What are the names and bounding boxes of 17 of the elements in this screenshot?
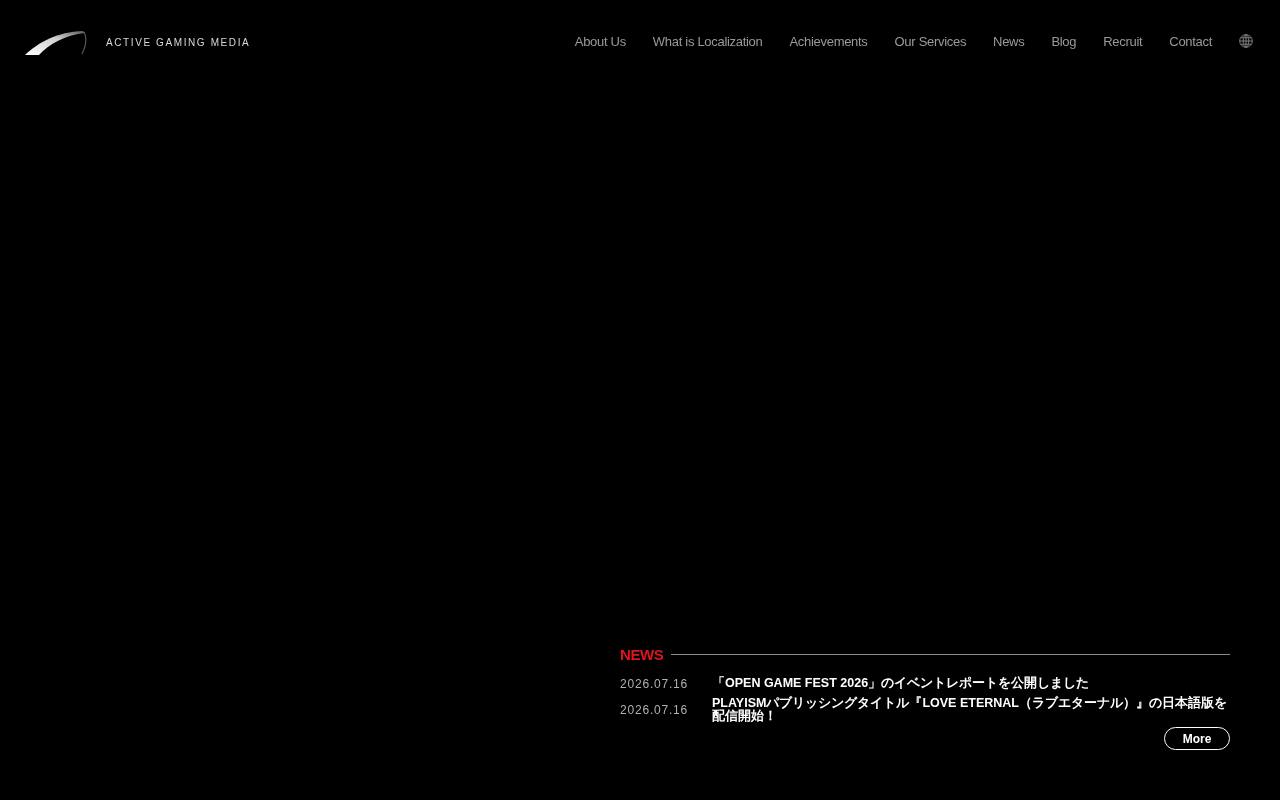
logo-wordmark: ACTIVE GAMING MEDIA xyxy=(106,36,251,48)
nav-link[interactable]: Our Services xyxy=(894,33,967,49)
news-heading: NEWS xyxy=(620,645,664,663)
nav-link[interactable]: Contact xyxy=(1169,33,1212,49)
nav-link[interactable]: News xyxy=(993,33,1025,49)
globe-icon[interactable] xyxy=(1239,34,1253,48)
nav-link[interactable]: Recruit xyxy=(1103,33,1143,49)
nav-link[interactable]: About Us xyxy=(574,33,626,49)
nav-link[interactable]: What is Localization xyxy=(652,33,763,49)
news-link[interactable]: 「OPEN GAME FEST 2026」のイベントレポートを公開しました xyxy=(712,677,1090,691)
nav-link[interactable]: Achievements xyxy=(789,33,868,49)
logo-swoosh-icon xyxy=(25,29,87,55)
news-date: 2026.07.16 xyxy=(620,702,690,717)
more-button[interactable]: More xyxy=(1164,727,1230,750)
news-link[interactable]: PLAYISMパブリッシングタイトル『LOVE ETERNAL（ラブエターナル）』の日本語版を配信開始！ xyxy=(712,696,1230,723)
nav-link[interactable]: Blog xyxy=(1051,33,1077,49)
news-date: 2026.07.16 xyxy=(620,676,690,691)
